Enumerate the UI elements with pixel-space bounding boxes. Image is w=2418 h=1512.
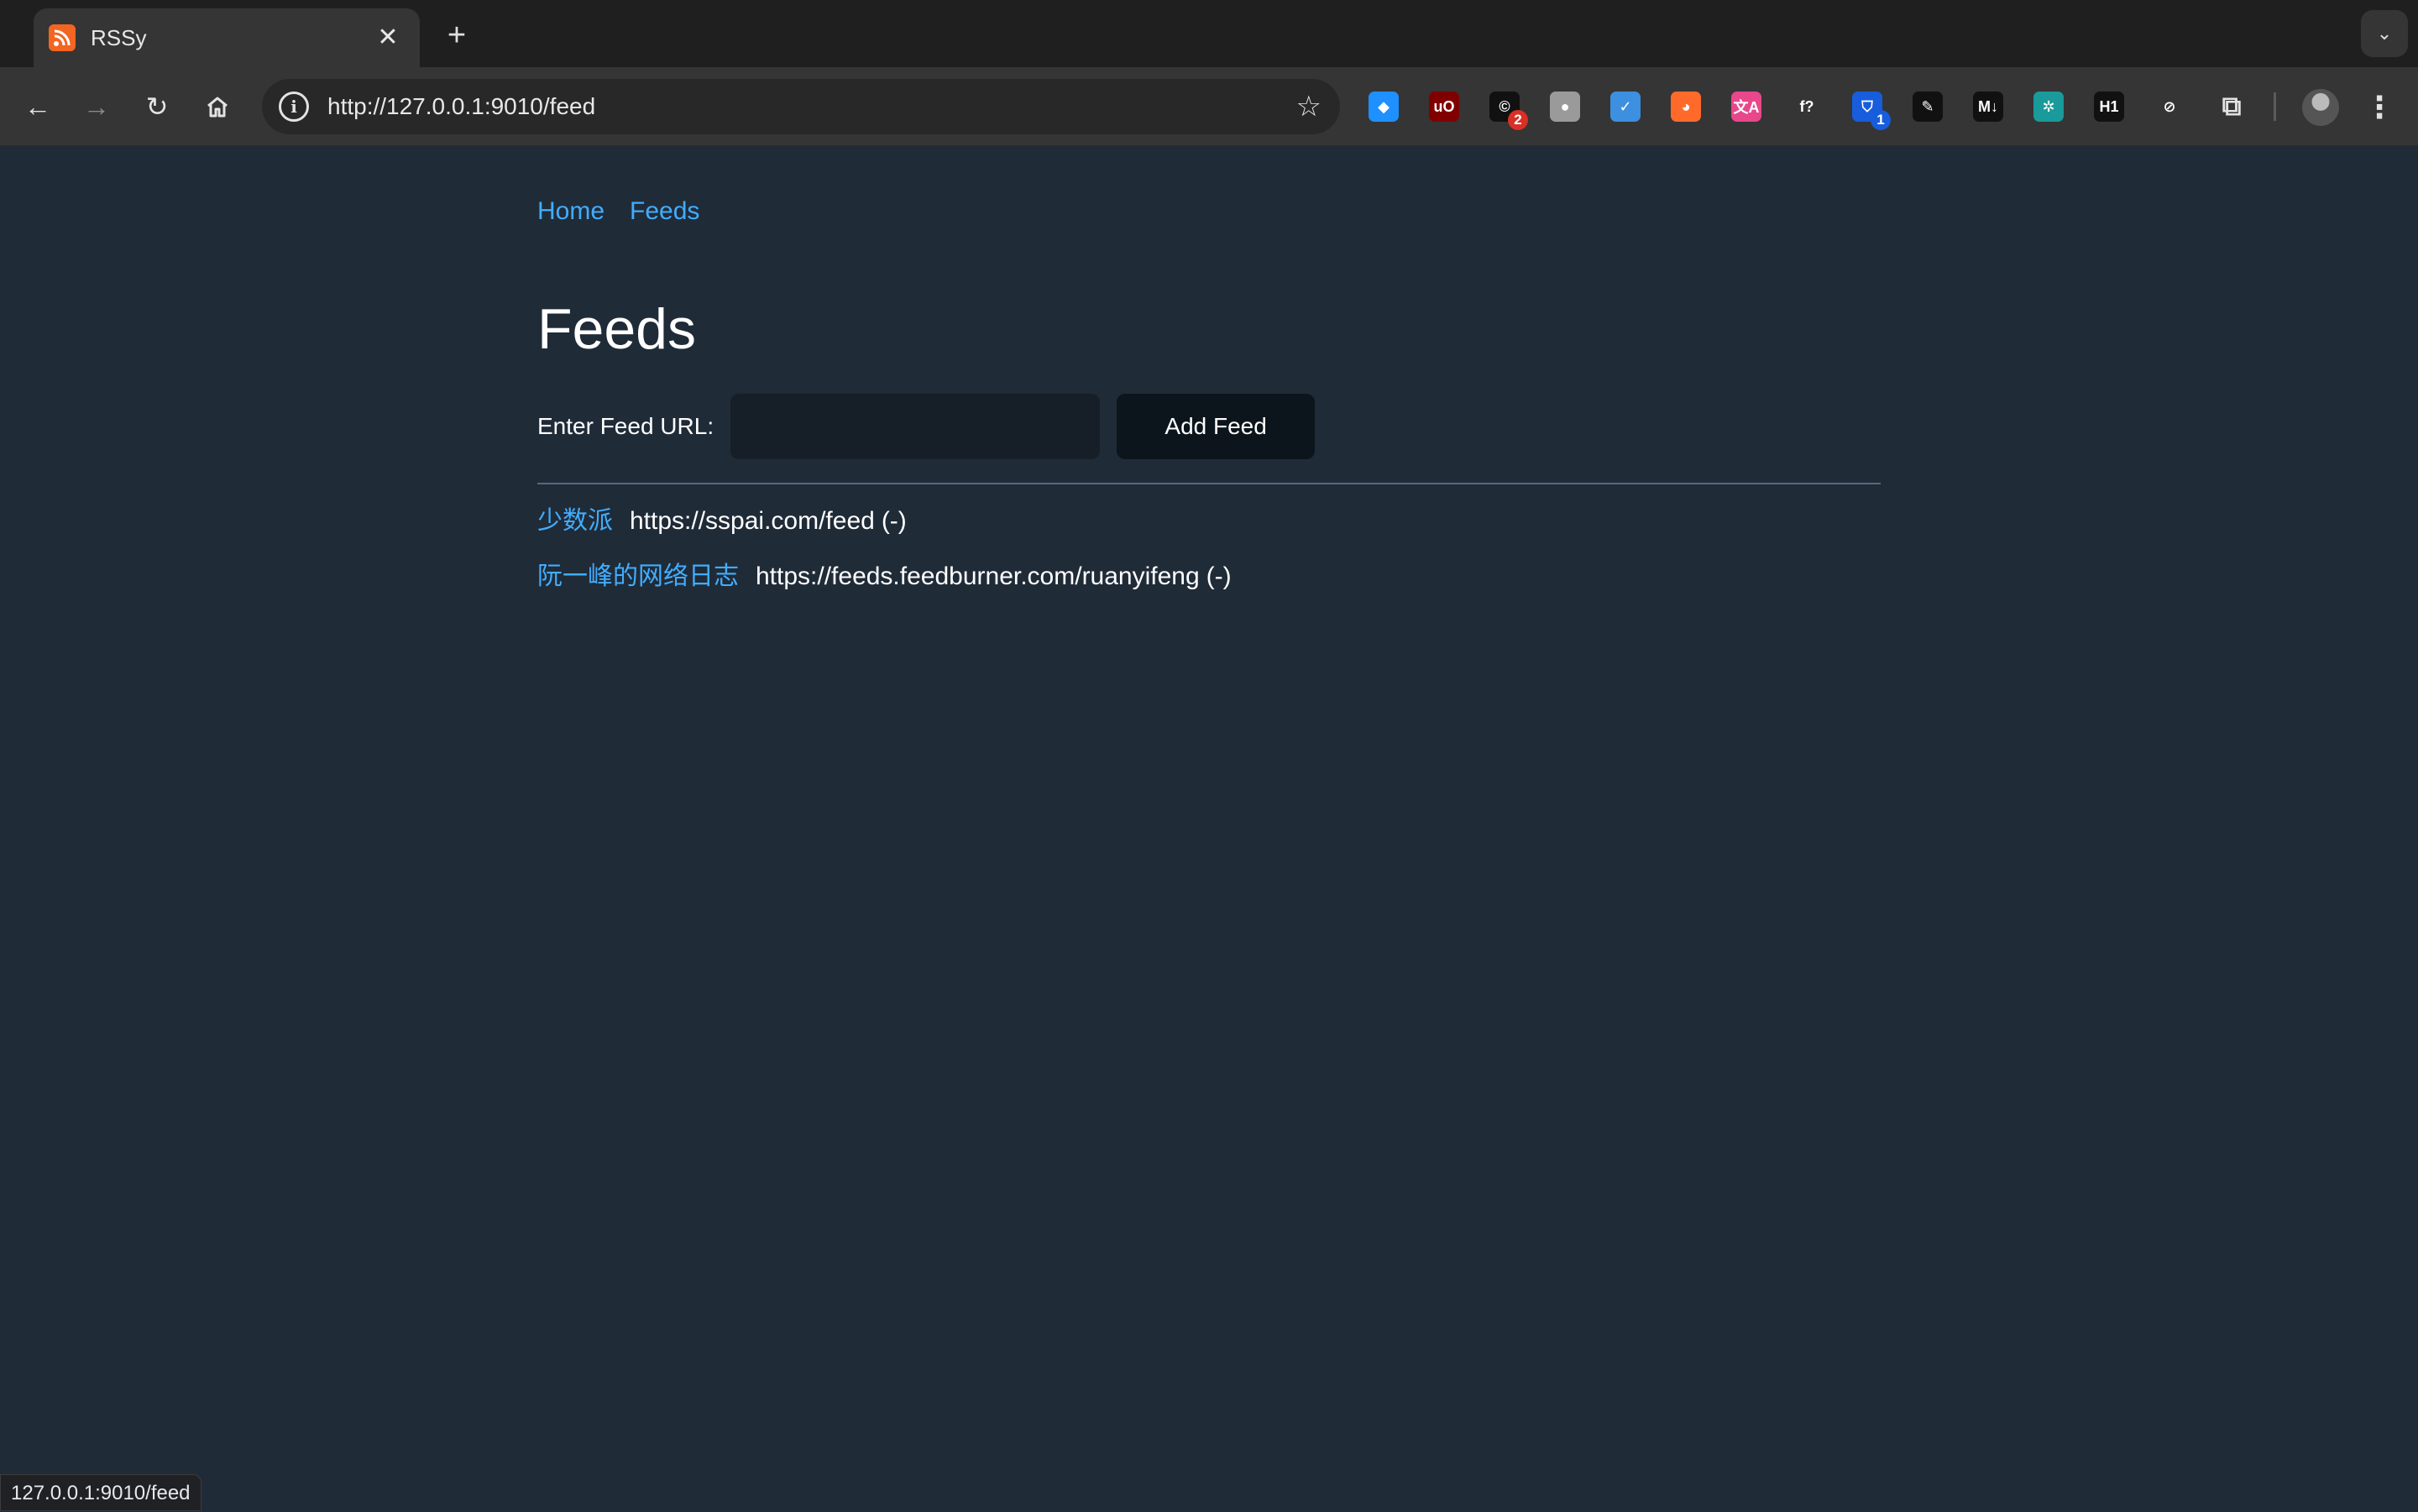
extension-badge: 1	[1871, 110, 1891, 130]
bookmark-star-icon[interactable]: ☆	[1296, 90, 1322, 123]
compass-extension-icon[interactable]: ⊘	[2154, 92, 2185, 122]
feed-name-link[interactable]: 阮一峰的网络日志	[537, 555, 739, 592]
feed-list: 少数派 https://sspai.com/feed (-) 阮一峰的网络日志 …	[537, 500, 1232, 610]
tab-close-icon[interactable]: ✕	[371, 21, 405, 55]
tab-strip: RSSy ✕ + ⌄	[0, 0, 2418, 67]
heading-extension-icon[interactable]: H1	[2094, 92, 2124, 122]
home-icon[interactable]	[196, 86, 238, 128]
font-extension-icon[interactable]: f?	[1792, 92, 1822, 122]
divider	[537, 483, 1881, 484]
status-bar-url: 127.0.0.1:9010/feed	[0, 1474, 202, 1511]
page-content: Home Feeds Feeds Enter Feed URL: Add Fee…	[0, 147, 2418, 1511]
markdown-extension-icon[interactable]: M↓	[1973, 92, 2003, 122]
circle-extension-icon[interactable]: ●	[1550, 92, 1580, 122]
rss-favicon-icon	[49, 24, 76, 51]
new-tab-button[interactable]: +	[437, 15, 477, 55]
nav-link-feeds[interactable]: Feeds	[630, 197, 699, 226]
back-arrow-icon[interactable]: ←	[17, 86, 59, 128]
add-feed-form: Enter Feed URL: Add Feed	[537, 394, 1315, 459]
capture-extension-icon[interactable]: ©2	[1489, 92, 1520, 122]
address-bar[interactable]: i http://127.0.0.1:9010/feed ☆	[262, 79, 1340, 134]
tab-search-chevron-icon[interactable]: ⌄	[2361, 10, 2408, 57]
remove-feed-link[interactable]: (-)	[882, 507, 907, 536]
bitwarden-extension-icon[interactable]: ⛉1	[1852, 92, 1882, 122]
site-info-icon[interactable]: i	[279, 92, 309, 122]
feed-url: https://feeds.feedburner.com/ruanyifeng	[756, 562, 1200, 591]
translate-extension-icon[interactable]: 文A	[1731, 92, 1761, 122]
toolbar-divider	[2274, 92, 2276, 121]
extension-badge: 2	[1508, 110, 1528, 130]
page-title: Feeds	[537, 296, 696, 362]
nav-link-home[interactable]: Home	[537, 197, 604, 226]
url-text[interactable]: http://127.0.0.1:9010/feed	[327, 93, 1296, 120]
list-item: 少数派 https://sspai.com/feed (-)	[537, 500, 1232, 555]
pattern-extension-icon[interactable]: ✲	[2033, 92, 2064, 122]
feed-url: https://sspai.com/feed	[630, 507, 875, 536]
site-nav: Home Feeds	[537, 197, 699, 226]
diamond-extension-icon[interactable]: ◆	[1369, 92, 1399, 122]
orange-extension-icon[interactable]: ◕	[1671, 92, 1701, 122]
remove-feed-link[interactable]: (-)	[1206, 562, 1232, 591]
browser-menu-icon[interactable]: ⋮	[2364, 87, 2394, 128]
profile-avatar[interactable]	[2302, 89, 2339, 126]
reload-icon[interactable]: ↻	[136, 86, 178, 128]
extensions-puzzle-icon[interactable]: ⧉	[2216, 92, 2247, 122]
tab-title: RSSy	[91, 25, 371, 51]
feed-url-label: Enter Feed URL:	[537, 413, 714, 440]
forward-arrow-icon[interactable]: →	[76, 86, 118, 128]
feed-url-input[interactable]	[730, 394, 1100, 459]
list-item: 阮一峰的网络日志 https://feeds.feedburner.com/ru…	[537, 555, 1232, 610]
ublock-extension-icon[interactable]: uO	[1429, 92, 1459, 122]
check-extension-icon[interactable]: ✓	[1610, 92, 1641, 122]
feed-name-link[interactable]: 少数派	[537, 500, 613, 536]
browser-tab[interactable]: RSSy ✕	[34, 8, 420, 67]
edit-extension-icon[interactable]: ✎	[1913, 92, 1943, 122]
add-feed-button[interactable]: Add Feed	[1117, 394, 1315, 459]
